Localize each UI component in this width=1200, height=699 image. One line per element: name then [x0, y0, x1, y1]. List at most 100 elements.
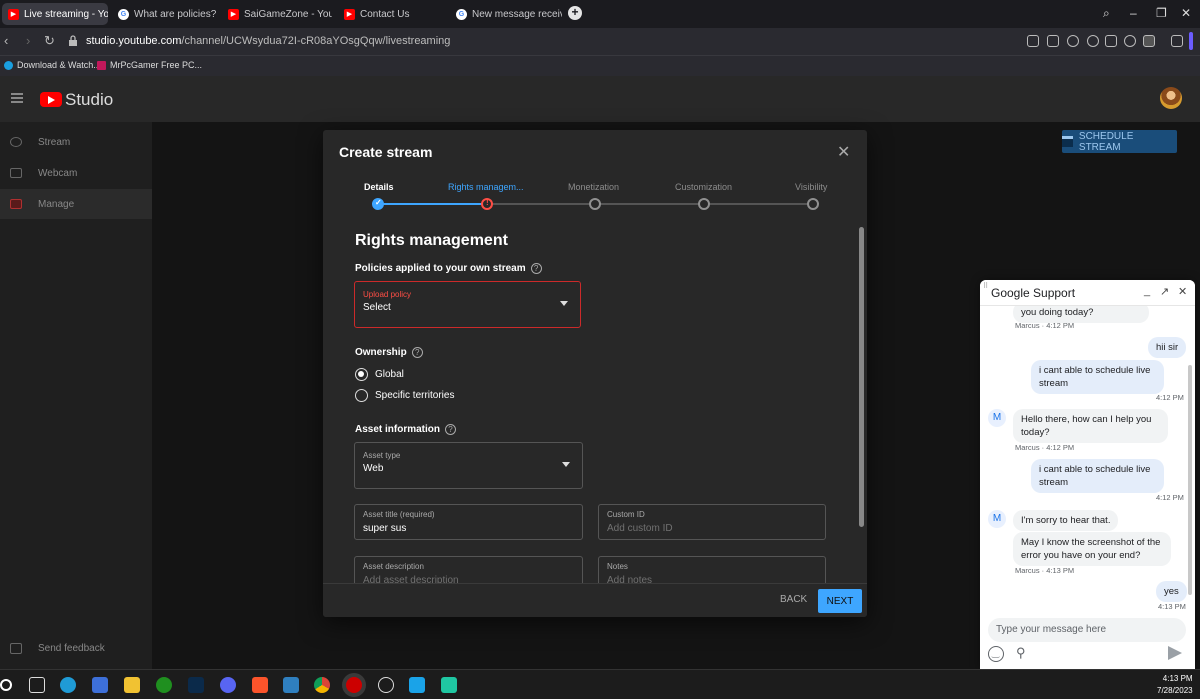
app-icon[interactable]	[441, 677, 457, 693]
send-icon[interactable]	[1168, 646, 1182, 660]
chat-header: ⠿ Google Support _ ↗ ✕	[980, 280, 1195, 306]
calendar-icon	[1062, 136, 1073, 147]
url-field[interactable]: studio.youtube.com/channel/UCWsydua72I-c…	[86, 35, 450, 47]
step-customization[interactable]: Customization	[675, 182, 732, 192]
webcam-icon	[10, 168, 22, 178]
tab-saigamezone[interactable]: ▶ SaiGameZone - YouTube	[222, 3, 332, 25]
chrome-icon[interactable]	[314, 677, 330, 693]
extensions-cube-icon[interactable]	[1171, 35, 1183, 47]
studio-header: Studio	[0, 76, 1200, 122]
chat-message: i cant able to schedule live stream	[1031, 459, 1164, 493]
app-icon[interactable]	[409, 677, 425, 693]
app-icon[interactable]	[283, 677, 299, 693]
profile-icon[interactable]	[1143, 35, 1155, 47]
edit-icon[interactable]	[1027, 35, 1039, 47]
emoji-icon[interactable]	[988, 646, 1004, 662]
dialog-title: Create stream	[339, 144, 433, 160]
menu-icon[interactable]	[11, 93, 23, 103]
minimize-icon[interactable]: _	[1144, 285, 1150, 297]
file-explorer-icon[interactable]	[124, 677, 140, 693]
asset-description-input[interactable]: Asset description Add asset description	[354, 556, 583, 583]
bookmark-download-watch[interactable]: Download & Watch...	[4, 60, 101, 70]
send-feedback-link[interactable]: Send feedback	[10, 643, 105, 654]
forward-arrow-icon[interactable]: ›	[26, 33, 30, 48]
minimize-icon[interactable]: –	[1130, 6, 1137, 20]
bookmark-mrpcgamer[interactable]: MrPcGamer Free PC...	[97, 60, 202, 70]
close-icon[interactable]: ✕	[837, 142, 850, 162]
download-icon[interactable]	[1124, 35, 1136, 47]
step-pending-icon	[698, 198, 710, 210]
camera-icon[interactable]	[1047, 35, 1059, 47]
play-icon[interactable]	[1087, 35, 1099, 47]
youtube-logo-icon[interactable]	[40, 92, 62, 107]
sidebar-item-stream[interactable]: Stream	[0, 127, 152, 157]
help-icon[interactable]: ?	[530, 263, 542, 274]
photoshop-icon[interactable]	[188, 677, 204, 693]
back-button[interactable]: BACK	[780, 594, 807, 605]
taskbar-clock[interactable]: 4:13 PM 7/28/2023	[1157, 673, 1193, 697]
opera-gx-icon[interactable]	[346, 677, 362, 693]
tab-contact-us[interactable]: ▶ Contact Us	[338, 3, 448, 25]
tab-what-are-policies[interactable]: G What are policies? - YouTube	[112, 3, 218, 25]
step-rights-management[interactable]: Rights managem...	[448, 182, 524, 192]
broadcast-icon	[10, 137, 22, 147]
reload-icon[interactable]: ↻	[44, 33, 55, 49]
step-pending-icon	[807, 198, 819, 210]
step-monetization[interactable]: Monetization	[568, 182, 619, 192]
store-icon[interactable]	[92, 677, 108, 693]
next-button[interactable]: NEXT	[818, 589, 862, 613]
step-error-icon	[481, 198, 493, 210]
chat-message: I'm sorry to hear that.	[1013, 510, 1119, 531]
notes-input[interactable]: Notes Add notes	[598, 556, 826, 583]
attachment-icon[interactable]: ⚲	[1016, 645, 1026, 661]
close-window-icon[interactable]: ✕	[1181, 6, 1191, 20]
custom-id-input[interactable]: Custom ID Add custom ID	[598, 504, 826, 540]
asset-type-select[interactable]: Asset type Web	[354, 442, 583, 489]
radio-specific-territories[interactable]: Specific territories	[355, 389, 454, 402]
bookmarks-bar: Download & Watch... MrPcGamer Free PC...	[0, 55, 1200, 76]
tab-live-streaming[interactable]: ▶ Live streaming - YouTube	[2, 3, 108, 25]
chat-scrollbar[interactable]	[1188, 365, 1192, 595]
tab-new-message[interactable]: G New message received...	[450, 3, 562, 25]
search-icon[interactable]	[0, 679, 12, 691]
close-icon[interactable]: ✕	[1178, 285, 1187, 298]
avatar[interactable]	[1160, 87, 1182, 109]
search-tabs-icon[interactable]: ⌕	[1103, 6, 1110, 21]
step-details[interactable]: Details	[364, 182, 394, 192]
help-icon[interactable]: ?	[411, 347, 423, 358]
help-icon[interactable]: ?	[445, 424, 457, 435]
create-stream-dialog: Create stream ✕ Details Rights managem..…	[323, 130, 867, 617]
edge-icon[interactable]	[60, 677, 76, 693]
chat-messages[interactable]: you doing today? Marcus · 4:12 PM hii si…	[980, 306, 1195, 616]
chat-title: Google Support	[991, 286, 1076, 300]
discord-icon[interactable]	[220, 677, 236, 693]
step-visibility[interactable]: Visibility	[795, 182, 827, 192]
new-tab-button[interactable]: +	[568, 6, 582, 20]
restore-icon[interactable]: ❐	[1156, 6, 1167, 20]
drag-handle-icon[interactable]: ⠿	[983, 282, 988, 290]
ownership-heading: Ownership ?	[355, 347, 423, 358]
studio-sidebar: Stream Webcam Manage Send feedback	[0, 122, 152, 669]
bookmark-favicon-icon	[4, 60, 13, 70]
chat-message: Hello there, how can I help you today?	[1013, 409, 1168, 443]
popout-icon[interactable]: ↗	[1160, 285, 1169, 298]
sidebar-item-webcam[interactable]: Webcam	[0, 158, 152, 188]
dialog-scrollbar[interactable]	[859, 227, 864, 527]
dialog-scroll-area[interactable]: Rights management Policies applied to yo…	[323, 225, 867, 583]
back-arrow-icon[interactable]: ‹	[4, 33, 8, 48]
heart-icon[interactable]	[1105, 35, 1117, 47]
asset-title-input[interactable]: Asset title (required) super sus	[354, 504, 583, 540]
xbox-icon[interactable]	[156, 677, 172, 693]
sidebar-item-manage[interactable]: Manage	[0, 189, 152, 219]
support-chat-widget: ⠿ Google Support _ ↗ ✕ you doing today? …	[980, 280, 1195, 670]
chat-message-input[interactable]: Type your message here	[988, 618, 1186, 642]
shield-icon[interactable]	[1067, 35, 1079, 47]
youtube-favicon-icon: ▶	[344, 8, 355, 20]
brave-icon[interactable]	[252, 677, 268, 693]
schedule-stream-button[interactable]: SCHEDULE STREAM	[1062, 130, 1177, 153]
radio-global[interactable]: Global	[355, 368, 404, 381]
upload-policy-select[interactable]: Upload policy Select	[354, 281, 581, 328]
task-view-icon[interactable]	[29, 677, 45, 693]
asset-info-heading: Asset information ?	[355, 424, 457, 435]
wifi-browser-icon[interactable]	[378, 677, 394, 693]
